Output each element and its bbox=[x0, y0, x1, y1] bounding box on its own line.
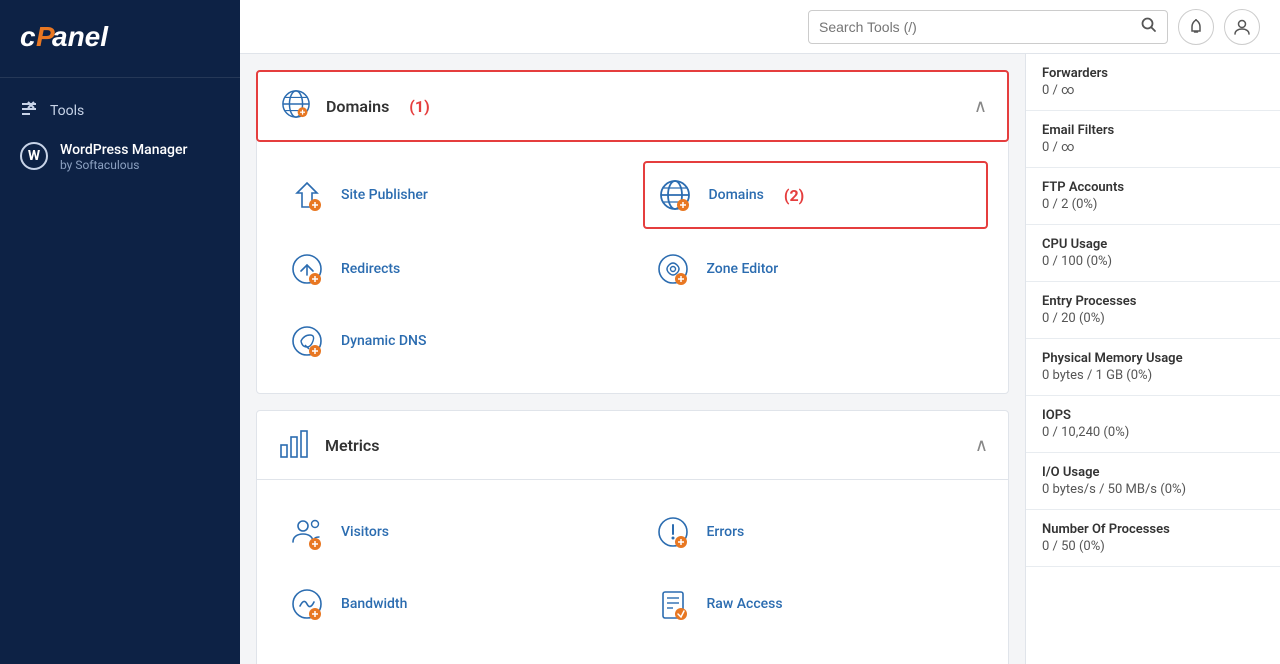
zone-editor-icon bbox=[651, 247, 695, 291]
stat-entry-processes: Entry Processes 0 / 20 (0%) bbox=[1026, 282, 1280, 339]
main-content: Domains (1) ∧ bbox=[240, 0, 1280, 664]
domains-collapse-icon[interactable]: ∧ bbox=[974, 96, 987, 117]
tool-item-errors[interactable]: Errors bbox=[643, 500, 989, 564]
svg-text:c: c bbox=[20, 21, 36, 52]
stat-io-usage: I/O Usage 0 bytes/s / 50 MB/s (0%) bbox=[1026, 453, 1280, 510]
metrics-section: Metrics ∧ bbox=[256, 410, 1009, 664]
stat-email-filters: Email Filters 0 / ∞ bbox=[1026, 111, 1280, 168]
stat-forwarders-label: Forwarders bbox=[1042, 66, 1264, 81]
search-icon[interactable] bbox=[1141, 17, 1157, 37]
errors-icon bbox=[651, 510, 695, 554]
tool-item-raw-access[interactable]: Raw Access bbox=[643, 572, 989, 636]
stat-entry-value: 0 / 20 (0%) bbox=[1042, 311, 1264, 326]
cpanel-logo: c P anel bbox=[20, 16, 220, 61]
domains-header-left: Domains (1) bbox=[278, 86, 430, 126]
user-account-button[interactable] bbox=[1224, 9, 1260, 45]
metrics-section-icon bbox=[277, 425, 313, 465]
stat-cpu-value: 0 / 100 (0%) bbox=[1042, 254, 1264, 269]
stat-entry-label: Entry Processes bbox=[1042, 294, 1264, 309]
stat-iops: IOPS 0 / 10,240 (0%) bbox=[1026, 396, 1280, 453]
sidebar: c P anel Tools W WordPress Manager bbox=[0, 0, 240, 664]
search-bar[interactable] bbox=[808, 10, 1168, 44]
stat-cpu-label: CPU Usage bbox=[1042, 237, 1264, 252]
sidebar-item-wordpress[interactable]: W WordPress Manager by Softaculous bbox=[0, 132, 240, 182]
redirects-icon bbox=[285, 247, 329, 291]
redirects-label: Redirects bbox=[341, 261, 400, 277]
stat-physical-memory: Physical Memory Usage 0 bytes / 1 GB (0%… bbox=[1026, 339, 1280, 396]
svg-text:anel: anel bbox=[52, 21, 109, 52]
domains-section-body: Site Publisher bbox=[257, 141, 1008, 393]
stat-email-filters-label: Email Filters bbox=[1042, 123, 1264, 138]
visitors-icon bbox=[285, 510, 329, 554]
stat-num-processes: Number Of Processes 0 / 50 (0%) bbox=[1026, 510, 1280, 567]
tools-icon bbox=[20, 100, 38, 122]
dynamic-dns-label: Dynamic DNS bbox=[341, 333, 426, 349]
tool-item-awstats[interactable]: Awstats bbox=[277, 644, 623, 664]
stat-memory-value: 0 bytes / 1 GB (0%) bbox=[1042, 368, 1264, 383]
stat-forwarders: Forwarders 0 / ∞ bbox=[1026, 54, 1280, 111]
domains-annotation-1: (1) bbox=[409, 97, 429, 116]
logo-area: c P anel bbox=[0, 0, 240, 78]
sidebar-item-tools[interactable]: Tools bbox=[0, 90, 240, 132]
stat-numproc-label: Number Of Processes bbox=[1042, 522, 1264, 537]
tool-item-domains[interactable]: Domains (2) bbox=[643, 161, 989, 229]
stat-iops-value: 0 / 10,240 (0%) bbox=[1042, 425, 1264, 440]
right-sidebar: Forwarders 0 / ∞ Email Filters 0 / ∞ FTP… bbox=[1025, 54, 1280, 664]
tool-item-site-publisher[interactable]: Site Publisher bbox=[277, 161, 623, 229]
tool-item-visitors[interactable]: Visitors bbox=[277, 500, 623, 564]
domains-annotation-2: (2) bbox=[784, 186, 804, 205]
metrics-section-body: Visitors bbox=[257, 480, 1008, 664]
main-panel: Domains (1) ∧ bbox=[240, 54, 1025, 664]
search-input[interactable] bbox=[819, 19, 1133, 35]
stat-iops-label: IOPS bbox=[1042, 408, 1264, 423]
metrics-section-title: Metrics bbox=[325, 436, 379, 455]
errors-label: Errors bbox=[707, 524, 745, 540]
wordpress-subtitle: by Softaculous bbox=[60, 158, 187, 172]
stat-ftp-accounts: FTP Accounts 0 / 2 (0%) bbox=[1026, 168, 1280, 225]
stat-io-value: 0 bytes/s / 50 MB/s (0%) bbox=[1042, 482, 1264, 497]
wordpress-title: WordPress Manager bbox=[60, 142, 187, 158]
stat-io-label: I/O Usage bbox=[1042, 465, 1264, 480]
wordpress-icon: W bbox=[20, 142, 48, 170]
stat-ftp-label: FTP Accounts bbox=[1042, 180, 1264, 195]
bandwidth-label: Bandwidth bbox=[341, 596, 407, 612]
visitors-label: Visitors bbox=[341, 524, 389, 540]
sidebar-tools-label: Tools bbox=[50, 103, 84, 119]
domains-section-title: Domains bbox=[326, 97, 389, 116]
content-area: Domains (1) ∧ bbox=[240, 54, 1280, 664]
domains-section: Domains (1) ∧ bbox=[256, 70, 1009, 394]
metrics-section-header[interactable]: Metrics ∧ bbox=[257, 411, 1008, 480]
metrics-collapse-icon[interactable]: ∧ bbox=[975, 435, 988, 456]
stat-forwarders-value: 0 / ∞ bbox=[1042, 83, 1264, 98]
zone-editor-label: Zone Editor bbox=[707, 261, 779, 277]
webalizer-icon bbox=[651, 654, 695, 664]
domains-section-header[interactable]: Domains (1) ∧ bbox=[256, 70, 1009, 142]
domains-tool-icon bbox=[653, 173, 697, 217]
notifications-button[interactable] bbox=[1178, 9, 1214, 45]
tool-item-dynamic-dns[interactable]: Dynamic DNS bbox=[277, 309, 623, 373]
stat-numproc-value: 0 / 50 (0%) bbox=[1042, 539, 1264, 554]
awstats-icon bbox=[285, 654, 329, 664]
tool-item-redirects[interactable]: Redirects bbox=[277, 237, 623, 301]
raw-access-label: Raw Access bbox=[707, 596, 783, 612]
stat-cpu-usage: CPU Usage 0 / 100 (0%) bbox=[1026, 225, 1280, 282]
tool-item-webalizer[interactable]: Webalizer bbox=[643, 644, 989, 664]
raw-access-icon bbox=[651, 582, 695, 626]
metrics-header-left: Metrics bbox=[277, 425, 379, 465]
tool-item-bandwidth[interactable]: Bandwidth bbox=[277, 572, 623, 636]
tool-item-zone-editor[interactable]: Zone Editor bbox=[643, 237, 989, 301]
domains-section-icon bbox=[278, 86, 314, 126]
stat-memory-label: Physical Memory Usage bbox=[1042, 351, 1264, 366]
site-publisher-label: Site Publisher bbox=[341, 187, 428, 203]
domains-tool-label: Domains bbox=[709, 187, 764, 203]
site-publisher-icon bbox=[285, 173, 329, 217]
dynamic-dns-icon bbox=[285, 319, 329, 363]
sidebar-navigation: Tools W WordPress Manager by Softaculous bbox=[0, 78, 240, 194]
bandwidth-icon bbox=[285, 582, 329, 626]
stat-email-filters-value: 0 / ∞ bbox=[1042, 140, 1264, 155]
stat-ftp-value: 0 / 2 (0%) bbox=[1042, 197, 1264, 212]
header bbox=[240, 0, 1280, 54]
